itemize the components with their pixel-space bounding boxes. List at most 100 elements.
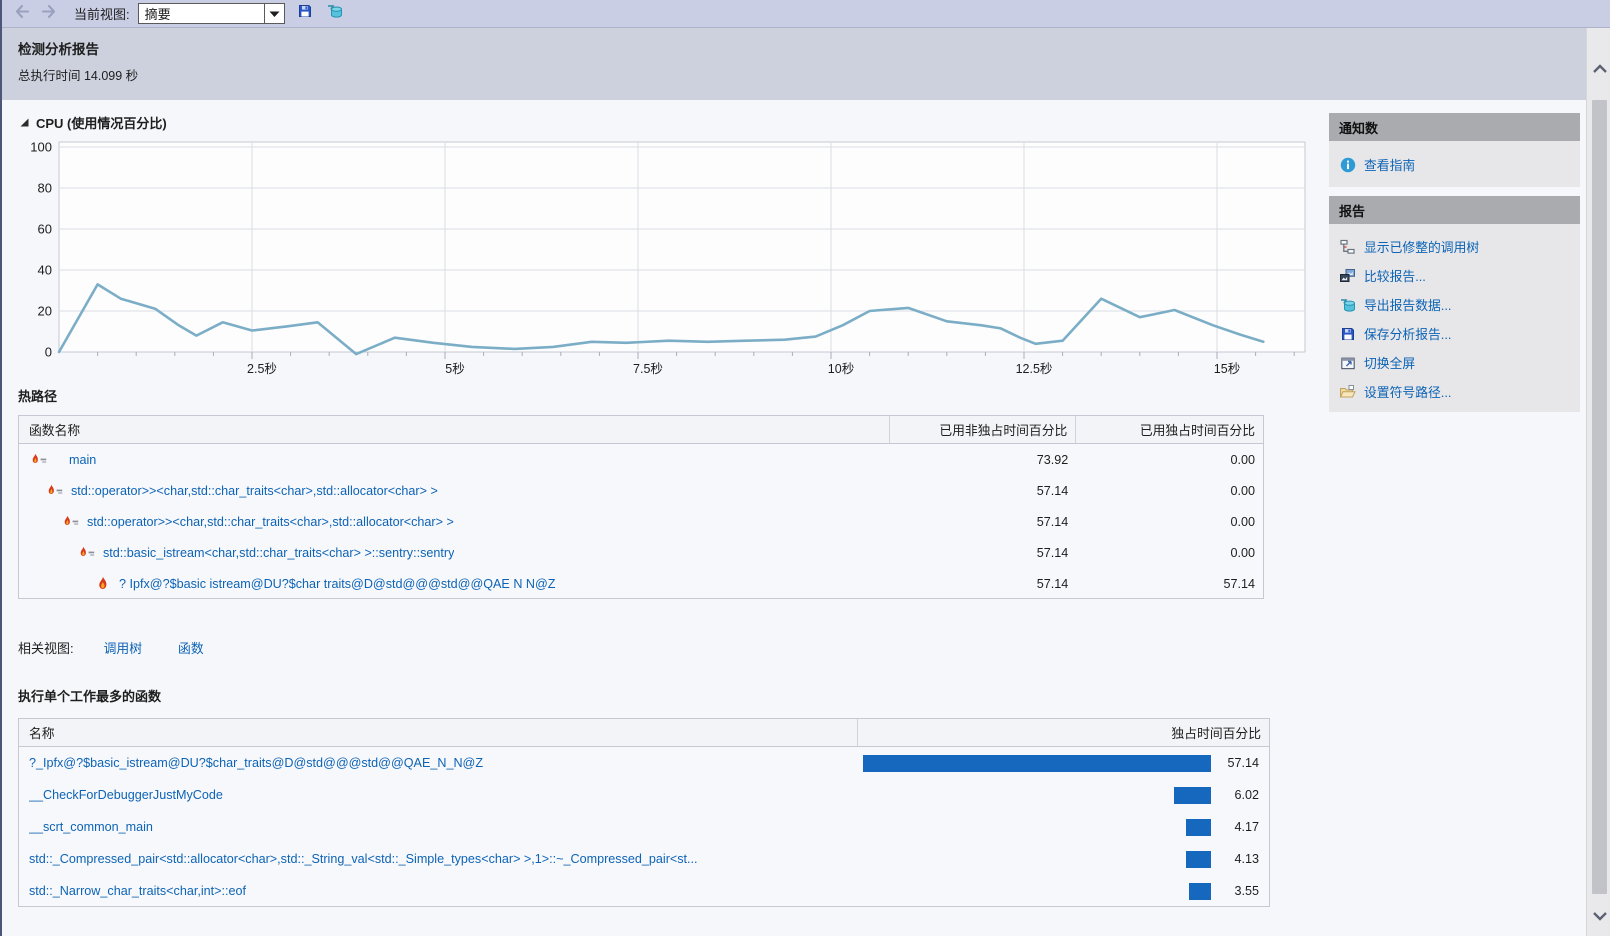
- report-link-5[interactable]: 设置符号路径...: [1364, 382, 1451, 401]
- hot-path-row-2[interactable]: std::operator>><char,std::char_traits<ch…: [19, 506, 1263, 537]
- function-name-link[interactable]: std::_Narrow_char_traits<char,int>::eof: [29, 884, 246, 898]
- most-work-table-body: ?_Ipfx@?$basic_istream@DU?$char_traits@D…: [19, 747, 1269, 907]
- hot-path-table-body: main 73.92 0.00 std::operator>><char,std::c…: [19, 444, 1263, 599]
- report-link-row-4[interactable]: 切换全屏: [1329, 348, 1580, 377]
- hot-path-title: 热路径: [18, 389, 58, 404]
- save-icon: [297, 3, 313, 24]
- function-name-link[interactable]: std::basic_istream<char,std::char_traits…: [103, 546, 454, 560]
- info-icon: [1339, 156, 1356, 173]
- view-guidance-link-row[interactable]: 查看指南: [1329, 141, 1580, 179]
- save-report-toolbar-button[interactable]: [295, 4, 315, 24]
- report-toolbar: 当前视图: 摘要: [2, 0, 1610, 28]
- inclusive-percent-value: 73.92: [1036, 452, 1069, 467]
- calltree-icon: [1339, 238, 1356, 255]
- percent-bar: [1189, 882, 1211, 900]
- scroll-down-icon[interactable]: [1587, 912, 1610, 921]
- report-link-4[interactable]: 切换全屏: [1364, 353, 1415, 372]
- report-header: 检测分析报告 总执行时间 14.099 秒: [2, 28, 1586, 100]
- function-name-link[interactable]: main: [69, 453, 96, 467]
- svg-text:12.5秒: 12.5秒: [1016, 362, 1053, 376]
- exclusive-percent-value: 0.00: [1230, 452, 1255, 467]
- exclusive-percent-value: 0.00: [1230, 545, 1255, 560]
- report-link-row-3[interactable]: 保存分析报告...: [1329, 319, 1580, 348]
- notifications-title: 通知数: [1339, 120, 1379, 136]
- most-work-row-2[interactable]: __scrt_common_main 4.17: [19, 811, 1269, 843]
- most-work-table-header: 名称 独占时间百分比: [19, 719, 1269, 747]
- most-work-row-0[interactable]: ?_Ipfx@?$basic_istream@DU?$char_traits@D…: [19, 747, 1269, 779]
- function-name-link[interactable]: std::operator>><char,std::char_traits<ch…: [87, 515, 454, 529]
- reports-section-body: 显示已修整的调用树 比较报告... 导出报告数据... 保存分析报告... 切换全屏设置…: [1329, 224, 1580, 412]
- function-name-link[interactable]: std::_Compressed_pair<std::allocator<cha…: [29, 852, 698, 866]
- svg-text:60: 60: [38, 222, 52, 237]
- report-link-row-1[interactable]: 比较报告...: [1329, 261, 1580, 290]
- flame-icon: [95, 576, 111, 592]
- collapse-triangle-icon[interactable]: [20, 118, 29, 127]
- view-selector-value[interactable]: 摘要: [137, 3, 264, 24]
- total-execution-time: 总执行时间 14.099 秒: [18, 69, 139, 83]
- svg-text:5秒: 5秒: [445, 362, 464, 376]
- reports-title: 报告: [1339, 203, 1366, 219]
- back-button[interactable]: [12, 4, 32, 24]
- most-work-name-cell: std::_Narrow_char_traits<char,int>::eof: [19, 884, 858, 898]
- percent-value: 4.13: [1234, 852, 1259, 866]
- exclusive-time-bar-cell: 57.14: [858, 747, 1269, 779]
- cpu-section-title: CPU (使用情况百分比): [36, 116, 167, 131]
- function-name-link[interactable]: __scrt_common_main: [29, 820, 153, 834]
- percent-bar: [1185, 818, 1211, 836]
- forward-arrow-icon: [40, 4, 57, 24]
- percent-value: 4.17: [1234, 820, 1259, 834]
- hot-path-row-4[interactable]: ? Ipfx@?$basic istream@DU?$char traits@D…: [19, 568, 1263, 599]
- hot-path-table-header: 函数名称 已用非独占时间百分比 已用独占时间百分比: [19, 416, 1263, 444]
- related-views-label: 相关视图:: [18, 641, 74, 656]
- fullscreen-icon: [1339, 354, 1356, 371]
- most-work-row-4[interactable]: std::_Narrow_char_traits<char,int>::eof 3…: [19, 875, 1269, 907]
- function-name-link[interactable]: ? Ipfx@?$basic istream@DU?$char traits@D…: [119, 577, 556, 591]
- profiler-report-window: 当前视图: 摘要 检测分析报告 总执行时间 14.099 秒 CPU (使用情况…: [0, 0, 1610, 936]
- percent-bar: [863, 754, 1211, 772]
- svg-text:0: 0: [45, 345, 52, 360]
- most-work-row-3[interactable]: std::_Compressed_pair<std::allocator<cha…: [19, 843, 1269, 875]
- related-views: 相关视图: 调用树 函数: [18, 638, 204, 657]
- report-link-1[interactable]: 比较报告...: [1364, 266, 1426, 285]
- hot-path-row-name-cell: ? Ipfx@?$basic istream@DU?$char traits@D…: [19, 576, 890, 592]
- hot-path-row-name-cell: main: [19, 452, 890, 468]
- report-link-row-0[interactable]: 显示已修整的调用树: [1329, 232, 1580, 261]
- hot-path-row-3[interactable]: std::basic_istream<char,std::char_traits…: [19, 537, 1263, 568]
- export-data-toolbar-button[interactable]: [325, 4, 345, 24]
- function-name-link[interactable]: std::operator>><char,std::char_traits<ch…: [71, 484, 438, 498]
- scrollbar-thumb[interactable]: [1592, 100, 1607, 894]
- most-work-name-cell: __scrt_common_main: [19, 820, 858, 834]
- hot-path-icon: [63, 514, 79, 530]
- function-name-link[interactable]: __CheckForDebuggerJustMyCode: [29, 788, 223, 802]
- function-name-link[interactable]: ?_Ipfx@?$basic_istream@DU?$char_traits@D…: [29, 756, 483, 770]
- reports-section-header: 报告: [1329, 196, 1580, 224]
- vertical-scrollbar[interactable]: [1586, 28, 1610, 936]
- hot-path-row-1[interactable]: std::operator>><char,std::char_traits<ch…: [19, 475, 1263, 506]
- svg-text:100: 100: [30, 140, 52, 155]
- export-data-icon: [1339, 296, 1356, 313]
- report-link-3[interactable]: 保存分析报告...: [1364, 324, 1451, 343]
- most-work-row-1[interactable]: __CheckForDebuggerJustMyCode 6.02: [19, 779, 1269, 811]
- svg-text:7.5秒: 7.5秒: [633, 362, 663, 376]
- report-link-0[interactable]: 显示已修整的调用树: [1364, 237, 1479, 256]
- view-selector-dropdown-button[interactable]: [263, 3, 285, 24]
- hot-path-row-name-cell: std::operator>><char,std::char_traits<ch…: [19, 514, 890, 530]
- exclusive-time-bar-cell: 3.55: [858, 875, 1269, 907]
- percent-value: 57.14: [1227, 756, 1259, 770]
- forward-button[interactable]: [38, 4, 58, 24]
- related-view-call-tree-link[interactable]: 调用树: [104, 638, 142, 657]
- report-link-2[interactable]: 导出报告数据...: [1364, 295, 1451, 314]
- exclusive-time-bar-cell: 4.13: [858, 843, 1269, 875]
- exclusive-percent-value: 0.00: [1230, 483, 1255, 498]
- report-link-row-2[interactable]: 导出报告数据...: [1329, 290, 1580, 319]
- scroll-up-icon[interactable]: [1587, 64, 1610, 73]
- percent-bar: [1174, 786, 1211, 804]
- hot-path-row-0[interactable]: main 73.92 0.00: [19, 444, 1263, 475]
- page-title: 检测分析报告: [18, 42, 99, 57]
- view-selector[interactable]: 摘要: [137, 3, 285, 24]
- report-link-row-5[interactable]: 设置符号路径...: [1329, 377, 1580, 406]
- related-view-functions-link[interactable]: 函数: [178, 638, 204, 657]
- inclusive-percent-value: 57.14: [1036, 483, 1069, 498]
- export-database-icon: [326, 3, 343, 24]
- view-guidance-link[interactable]: 查看指南: [1364, 155, 1415, 174]
